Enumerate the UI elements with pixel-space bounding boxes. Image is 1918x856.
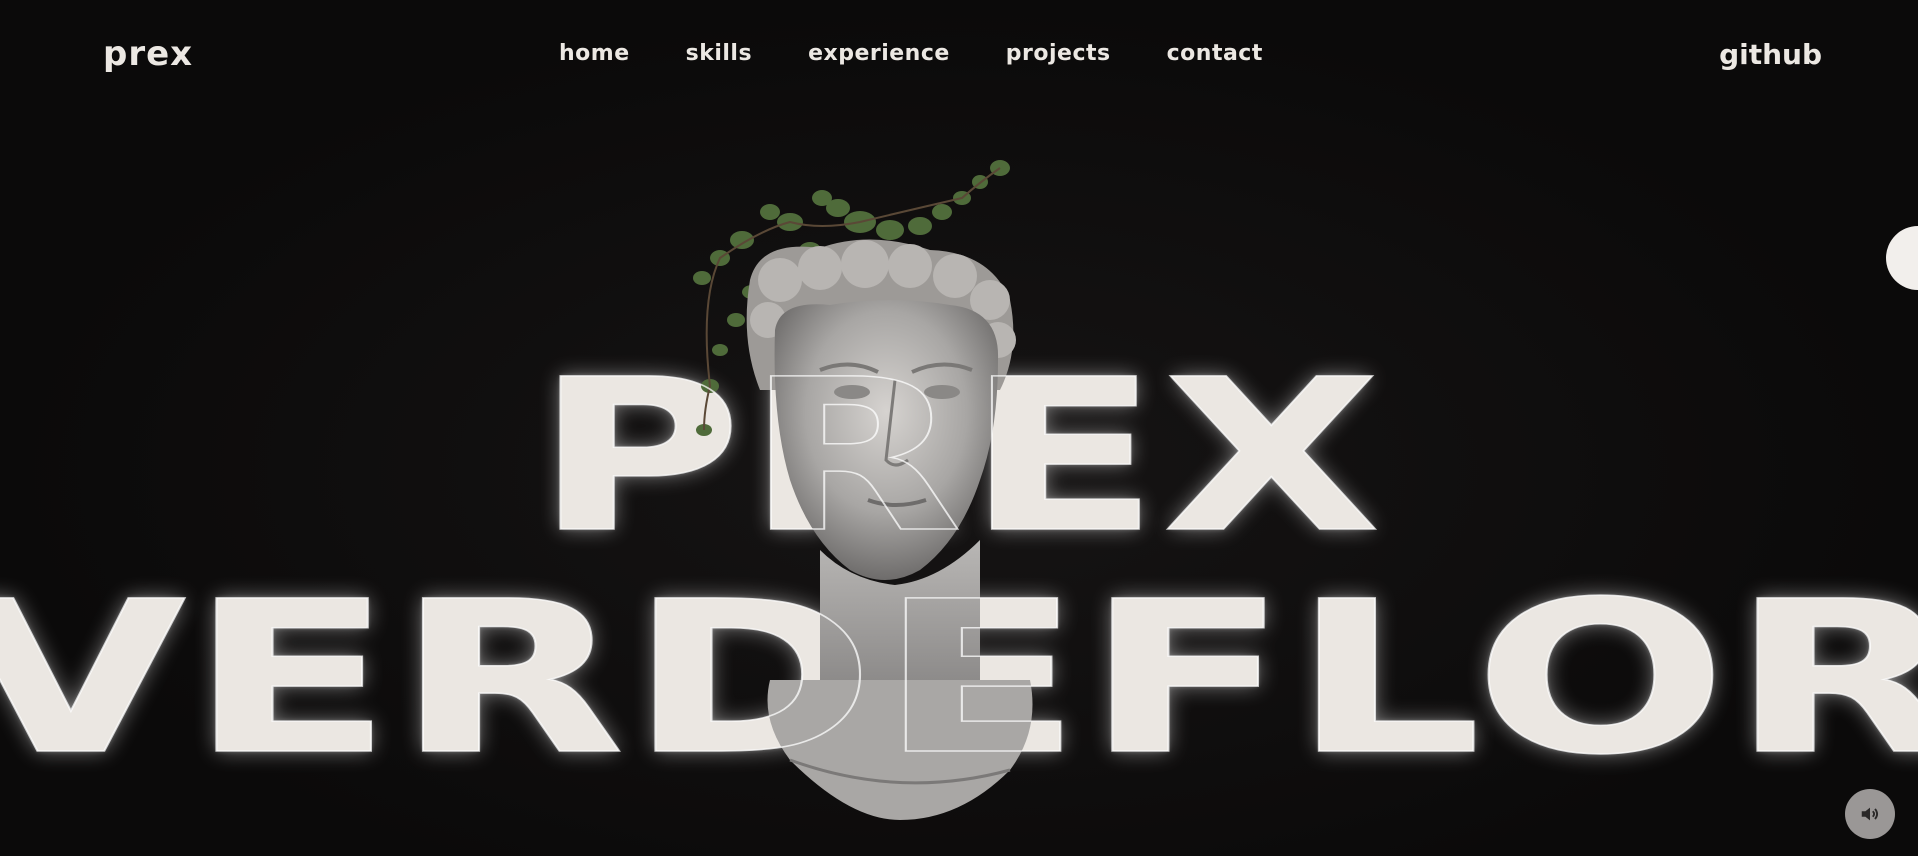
nav-link-projects[interactable]: projects: [1006, 41, 1111, 66]
logo-link[interactable]: prex: [103, 34, 193, 74]
nav-link-skills[interactable]: skills: [686, 41, 752, 66]
main-nav: home skills experience projects contact: [559, 41, 1263, 66]
sound-toggle-button[interactable]: [1845, 789, 1895, 839]
nav-link-contact[interactable]: contact: [1167, 41, 1263, 66]
nav-link-experience[interactable]: experience: [808, 41, 950, 66]
github-link[interactable]: github: [1719, 38, 1822, 71]
speaker-icon: [1861, 807, 1879, 821]
nav-link-home[interactable]: home: [559, 41, 630, 66]
statue-planter-image: [693, 160, 1033, 820]
